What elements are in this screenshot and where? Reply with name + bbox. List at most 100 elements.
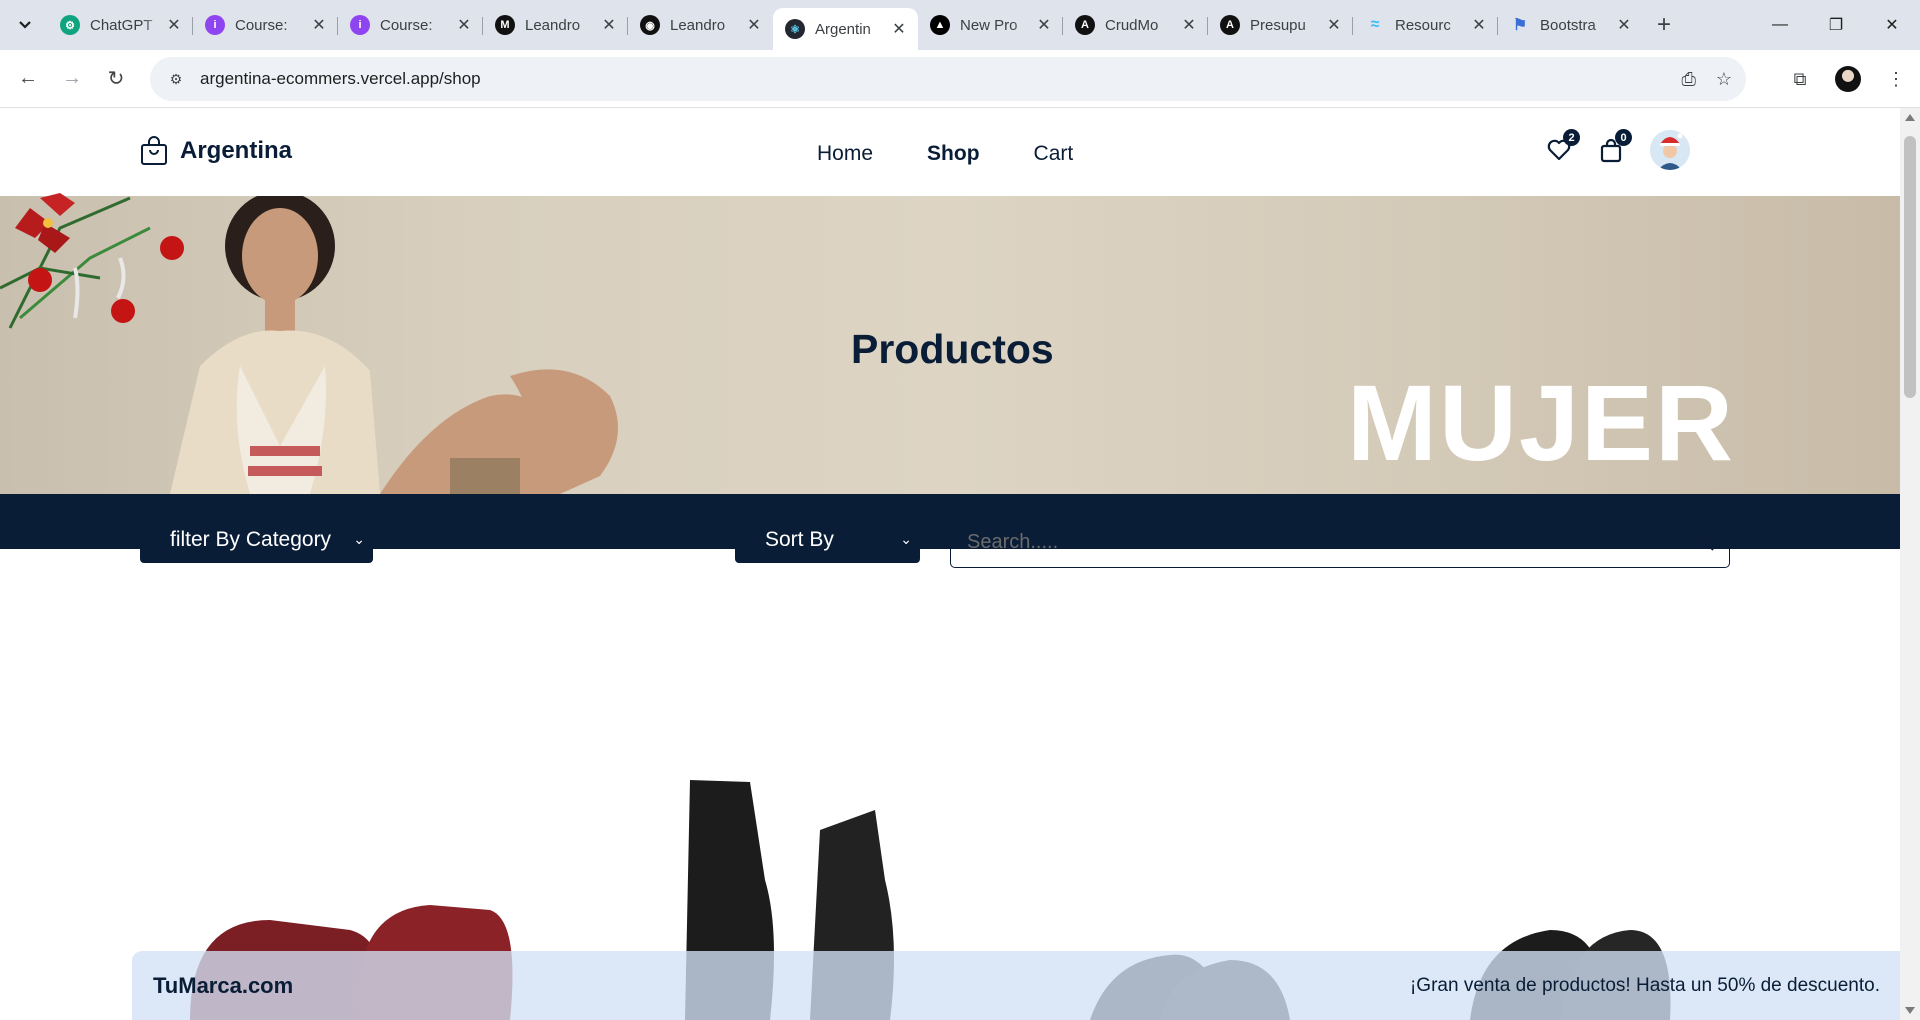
close-tab-icon[interactable]: ✕ xyxy=(1615,15,1633,35)
reload-icon[interactable]: ↻ xyxy=(96,59,136,99)
cart-button[interactable]: 0 xyxy=(1598,129,1632,163)
install-app-icon[interactable]: ⎙ xyxy=(1681,69,1695,90)
chevron-down-icon: ⌄ xyxy=(900,531,912,547)
tab-title: New Pro xyxy=(960,16,1018,34)
browser-tab-strip: ⚙ ChatGPT ✕ i Course: ✕ i Course: ✕ M Le… xyxy=(0,0,1920,50)
main-nav: Home Shop Cart xyxy=(817,142,1073,166)
browser-tab[interactable]: A Presupu ✕ xyxy=(1208,7,1353,43)
close-tab-icon[interactable]: ✕ xyxy=(1180,15,1198,35)
new-tab-button[interactable]: + xyxy=(1649,10,1679,40)
tab-title: Presupu xyxy=(1250,16,1306,34)
sort-by-select[interactable]: Sort By ⌄ xyxy=(735,517,920,563)
tab-title: Course: xyxy=(235,16,288,34)
chevron-down-icon: ⌄ xyxy=(353,531,365,547)
filter-label: filter By Category xyxy=(170,528,332,551)
browser-tab[interactable]: ◉ Leandro ✕ xyxy=(628,7,773,43)
browser-tab[interactable]: ≈ Resourc ✕ xyxy=(1353,7,1498,43)
hero-model-image xyxy=(170,196,618,494)
close-tab-icon[interactable]: ✕ xyxy=(165,15,183,35)
site-header: Argentina Home Shop Cart 2 0 xyxy=(0,108,1900,196)
extensions-icon[interactable]: ⧉ xyxy=(1776,69,1824,90)
medium-icon: M xyxy=(495,15,515,35)
minimize-icon[interactable]: — xyxy=(1752,0,1808,50)
tab-title: ChatGPT xyxy=(90,16,153,34)
santa-avatar-icon xyxy=(1650,130,1690,170)
wishlist-button[interactable]: 2 xyxy=(1546,129,1580,163)
scroll-up-icon[interactable] xyxy=(1905,114,1915,121)
filter-by-category-select[interactable]: filter By Category ⌄ xyxy=(140,517,373,563)
close-tab-icon[interactable]: ✕ xyxy=(310,15,328,35)
flag-icon: ⚑ xyxy=(1512,17,1528,34)
close-tab-icon[interactable]: ✕ xyxy=(1325,15,1343,35)
chatgpt-icon: ⚙ xyxy=(60,15,80,35)
footer-brand[interactable]: TuMarca.com xyxy=(153,973,293,999)
search-input[interactable]: Search..... xyxy=(950,516,1730,568)
shopping-bag-icon xyxy=(141,136,167,165)
christmas-holly-decoration xyxy=(0,193,184,329)
browser-tabs: ⚙ ChatGPT ✕ i Course: ✕ i Course: ✕ M Le… xyxy=(48,0,1679,50)
browser-tab[interactable]: ⚙ ChatGPT ✕ xyxy=(48,7,193,43)
browser-toolbar: ← → ↻ ⚙ argentina-ecommers.vercel.app/sh… xyxy=(0,50,1920,108)
browser-tab[interactable]: ▲ New Pro ✕ xyxy=(918,7,1063,43)
address-bar[interactable]: ⚙ argentina-ecommers.vercel.app/shop ⎙ ☆ xyxy=(150,57,1746,101)
close-tab-icon[interactable]: ✕ xyxy=(745,15,763,35)
close-tab-icon[interactable]: ✕ xyxy=(600,15,618,35)
user-avatar[interactable] xyxy=(1650,130,1690,170)
tab-title: Leandro xyxy=(670,16,726,34)
browser-tab[interactable]: ⚑ Bootstra ✕ xyxy=(1498,7,1643,43)
course-icon: i xyxy=(350,15,370,35)
header-icons: 2 0 xyxy=(1546,129,1690,170)
tab-search-icon[interactable] xyxy=(10,10,40,40)
close-tab-icon[interactable]: ✕ xyxy=(455,15,473,35)
back-icon[interactable]: ← xyxy=(8,59,48,99)
angular-icon: A xyxy=(1220,15,1240,35)
promo-footer-bar: TuMarca.com ¡Gran venta de productos! Ha… xyxy=(132,951,1900,1020)
close-tab-icon[interactable]: ✕ xyxy=(890,19,908,39)
tab-title: Resourc xyxy=(1395,16,1451,34)
bookmark-star-icon[interactable]: ☆ xyxy=(1716,69,1732,90)
web-page: Productos MUJER Argentina Home Shop Cart… xyxy=(0,108,1900,1020)
angular-icon: A xyxy=(1075,15,1095,35)
close-tab-icon[interactable]: ✕ xyxy=(1035,15,1053,35)
browser-tab[interactable]: i Course: ✕ xyxy=(338,7,483,43)
browser-actions: ⧉ ⋮ xyxy=(1776,50,1920,108)
browser-tab[interactable]: i Course: ✕ xyxy=(193,7,338,43)
restore-icon[interactable]: ❐ xyxy=(1808,0,1864,50)
search-placeholder: Search..... xyxy=(967,530,1059,553)
browser-tab[interactable]: A CrudMo ✕ xyxy=(1063,7,1208,43)
hero-title: Productos xyxy=(851,326,1054,372)
nav-home[interactable]: Home xyxy=(817,142,873,166)
site-logo[interactable]: Argentina xyxy=(140,136,292,166)
tab-title: Bootstra xyxy=(1540,16,1596,34)
footer-promo-text: ¡Gran venta de productos! Hasta un 50% d… xyxy=(1409,975,1880,996)
profile-avatar[interactable] xyxy=(1835,66,1861,92)
menu-kebab-icon[interactable]: ⋮ xyxy=(1872,69,1920,90)
close-tab-icon[interactable]: ✕ xyxy=(1470,15,1488,35)
react-icon: ⚛ xyxy=(785,19,805,39)
vercel-icon: ▲ xyxy=(930,15,950,35)
search-icon[interactable] xyxy=(1695,532,1715,552)
page-scrollbar[interactable] xyxy=(1900,108,1920,1020)
close-window-icon[interactable]: ✕ xyxy=(1864,0,1920,50)
sort-label: Sort By xyxy=(765,528,834,551)
wishlist-count-badge: 2 xyxy=(1563,129,1580,146)
tailwind-icon: ≈ xyxy=(1370,16,1380,33)
tab-title: Course: xyxy=(380,16,433,34)
scrollbar-thumb[interactable] xyxy=(1904,136,1916,398)
tab-title: Leandro xyxy=(525,16,581,34)
browser-tab-active[interactable]: ⚛ Argentin ✕ xyxy=(773,8,918,50)
browser-tab[interactable]: M Leandro ✕ xyxy=(483,7,628,43)
forward-icon[interactable]: → xyxy=(52,59,92,99)
cart-count-badge: 0 xyxy=(1615,129,1632,146)
nav-cart[interactable]: Cart xyxy=(1034,142,1074,166)
tab-title: Argentin xyxy=(815,20,871,38)
hero-overlay-text: MUJER xyxy=(1347,362,1736,483)
window-controls: — ❐ ✕ xyxy=(1752,0,1920,50)
logo-text: Argentina xyxy=(180,137,293,164)
site-info-icon[interactable]: ⚙ xyxy=(164,71,188,88)
url-text[interactable]: argentina-ecommers.vercel.app/shop xyxy=(200,69,481,89)
github-icon: ◉ xyxy=(640,15,660,35)
hero-banner: Productos MUJER xyxy=(0,196,1900,494)
nav-shop[interactable]: Shop xyxy=(927,142,980,166)
scroll-down-icon[interactable] xyxy=(1905,1007,1915,1014)
